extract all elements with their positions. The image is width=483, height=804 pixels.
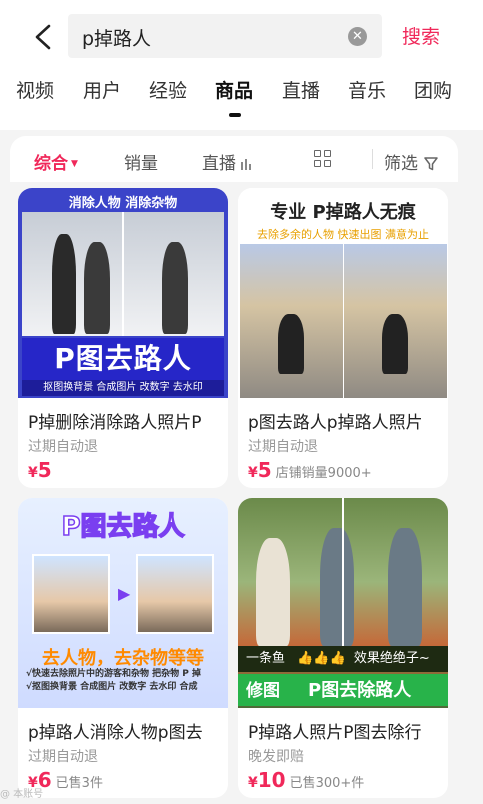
filter-live[interactable]: 直播 xyxy=(202,149,252,174)
product-price: ¥5 xyxy=(28,458,52,482)
product-price: ¥10 已售300+件 xyxy=(248,768,365,792)
image-banner: 修图 xyxy=(246,681,280,701)
tab-group-buy[interactable]: 团购 xyxy=(414,76,452,103)
tab-music[interactable]: 音乐 xyxy=(348,76,386,103)
category-tabs: 视频 用户 经验 商品 直播 音乐 团购 xyxy=(0,76,483,106)
live-label: 直播 xyxy=(202,154,236,174)
caret-down-icon: ▼ xyxy=(71,159,78,169)
back-button[interactable] xyxy=(28,20,58,54)
play-arrow-icon: ▶ xyxy=(118,584,131,603)
tab-users[interactable]: 用户 xyxy=(83,76,121,103)
tab-products[interactable]: 商品 xyxy=(215,76,253,103)
image-banner: P图去路人 xyxy=(22,338,224,380)
product-price: ¥5 店铺销量9000+ xyxy=(248,458,372,482)
product-image: 专业 P掉路人无痕 去除多余的人物 快速出图 满意为止 xyxy=(238,188,448,398)
product-subtitle: 晚发即赔 xyxy=(248,749,304,765)
search-button[interactable]: 搜索 xyxy=(402,22,440,49)
product-image: 一条鱼 👍👍👍 效果绝绝子~ 修图 P图去除路人 xyxy=(238,498,448,708)
clear-icon[interactable]: ✕ xyxy=(348,27,367,46)
image-line: √抠图换背景 合成图片 改数字 去水印 合成 xyxy=(26,682,198,692)
sort-comprehensive[interactable]: 综合 ▼ xyxy=(34,149,78,174)
product-subtitle: 过期自动退 xyxy=(28,749,98,765)
product-title: P掉删除消除路人照片P xyxy=(28,413,202,433)
product-subtitle: 过期自动退 xyxy=(248,439,318,455)
image-subcaption: 去除多余的人物 快速出图 满意为止 xyxy=(257,228,429,241)
image-subcaption: 去人物，去杂物等等 xyxy=(42,648,204,669)
top-bar: p掉路人 ✕ 搜索 视频 用户 经验 商品 直播 音乐 团购 xyxy=(0,0,483,130)
image-line: √快速去除照片中的游客和杂物 把杂物 P 掉 xyxy=(26,669,202,679)
sort-sales[interactable]: 销量 xyxy=(124,149,158,174)
product-image: 消除人物 消除杂物 P图去路人 抠图换背景 合成图片 改数字 去水印 xyxy=(18,188,228,398)
product-title: p掉路人消除人物p图去 xyxy=(28,723,203,743)
filter-bar: 综合 ▼ 销量 直播 筛选 xyxy=(10,136,458,182)
tab-experience[interactable]: 经验 xyxy=(149,76,187,103)
grid-layout-icon[interactable] xyxy=(314,150,332,168)
search-input[interactable]: p掉路人 ✕ xyxy=(68,14,382,58)
product-card[interactable]: 专业 P掉路人无痕 去除多余的人物 快速出图 满意为止 p图去路人p掉路人照片 … xyxy=(238,188,448,488)
image-caption: 一条鱼 xyxy=(246,651,286,666)
filter-button[interactable]: 筛选 xyxy=(384,149,438,174)
image-banner: P图去除路人 xyxy=(308,680,412,701)
image-caption: 专业 P掉路人无痕 xyxy=(270,202,416,223)
image-subcaption: 抠图换背景 合成图片 改数字 去水印 xyxy=(22,380,224,396)
product-card[interactable]: P图去路人 ▶ 去人物，去杂物等等 √快速去除照片中的游客和杂物 把杂物 P 掉… xyxy=(18,498,228,798)
tab-video[interactable]: 视频 xyxy=(16,76,54,103)
product-image: P图去路人 ▶ 去人物，去杂物等等 √快速去除照片中的游客和杂物 把杂物 P 掉… xyxy=(18,498,228,708)
product-title: P掉路人照片P图去除行 xyxy=(248,723,422,743)
thumbs-up-icon: 👍👍👍 xyxy=(297,651,346,666)
tab-live[interactable]: 直播 xyxy=(282,76,320,103)
watermark: @ 本账号 xyxy=(0,789,44,800)
sort-label: 综合 xyxy=(34,154,68,174)
product-title: p图去路人p掉路人照片 xyxy=(248,413,423,433)
divider xyxy=(372,149,373,169)
active-tab-indicator xyxy=(229,113,241,117)
product-card[interactable]: 消除人物 消除杂物 P图去路人 抠图换背景 合成图片 改数字 去水印 P掉删除消… xyxy=(18,188,228,488)
live-bars-icon xyxy=(241,159,251,170)
image-caption: P图去路人 xyxy=(61,511,186,543)
image-caption: 效果绝绝子~ xyxy=(353,651,430,666)
search-query: p掉路人 xyxy=(82,28,152,50)
funnel-icon xyxy=(424,157,438,171)
filter-label: 筛选 xyxy=(384,154,418,174)
product-card[interactable]: 一条鱼 👍👍👍 效果绝绝子~ 修图 P图去除路人 P掉路人照片P图去除行 晚发即… xyxy=(238,498,448,798)
image-caption: 消除人物 消除杂物 xyxy=(68,196,178,211)
back-arrow-icon xyxy=(35,24,51,50)
product-subtitle: 过期自动退 xyxy=(28,439,98,455)
